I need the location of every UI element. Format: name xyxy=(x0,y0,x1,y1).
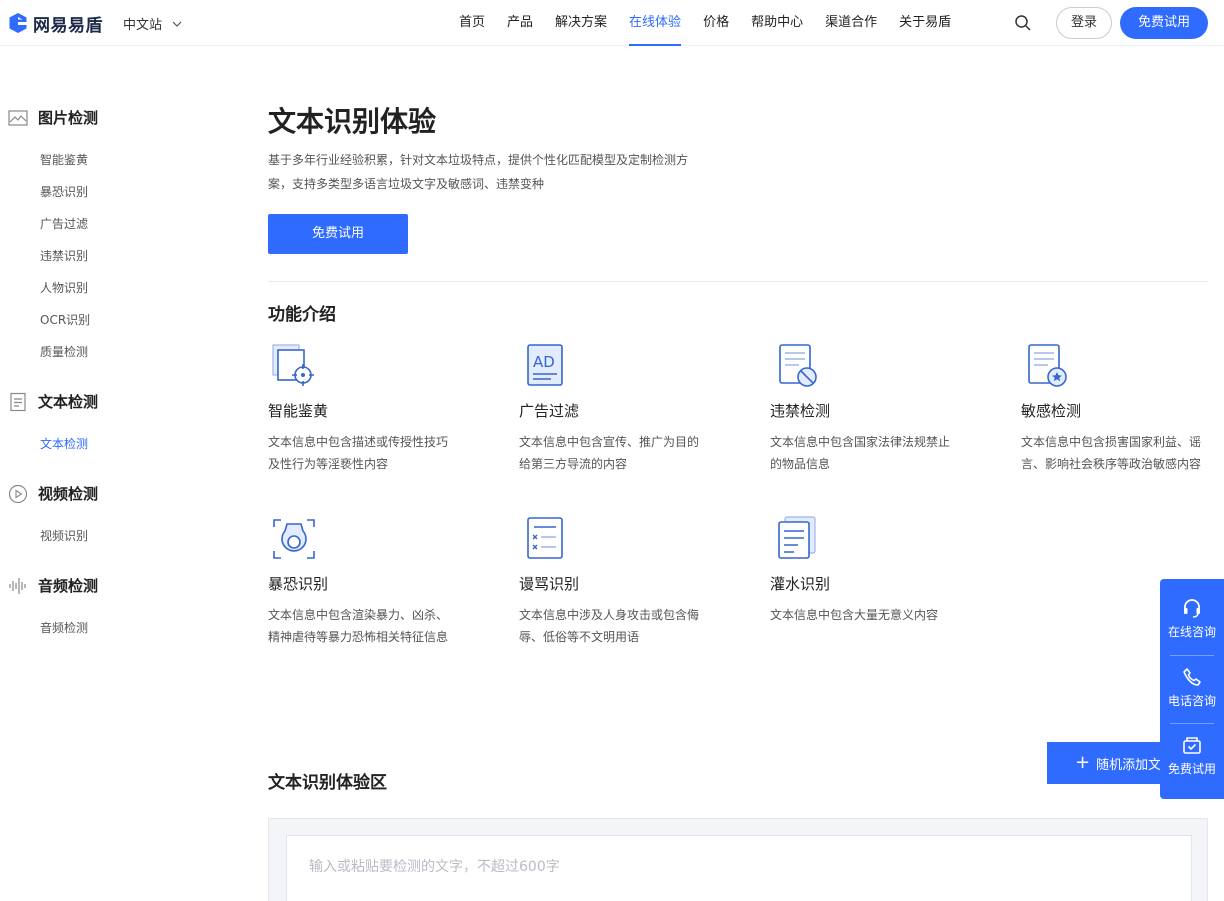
sidebar-item-audio-detect[interactable]: 音频检测 xyxy=(40,619,88,636)
sidebar-item-person[interactable]: 人物识别 xyxy=(40,279,88,296)
sidebar-category-image[interactable]: 图片检测 xyxy=(8,107,98,128)
headset-icon xyxy=(1184,599,1200,618)
nav-about[interactable]: 关于易盾 xyxy=(888,0,962,46)
page-title: 文本识别体验 xyxy=(268,105,437,138)
sidebar-item-porn-detect[interactable]: 智能鉴黄 xyxy=(40,151,88,168)
sidebar-item-prohibited[interactable]: 违禁识别 xyxy=(40,247,88,264)
phone-consult-button[interactable]: 电话咨询 xyxy=(1160,648,1224,716)
nav-home[interactable]: 首页 xyxy=(448,0,496,46)
porn-detect-icon xyxy=(272,344,314,386)
logo[interactable]: 网易易盾 xyxy=(8,11,103,36)
sidebar-category-label: 图片检测 xyxy=(38,109,99,127)
feature-name: 谩骂识别 xyxy=(519,575,580,593)
feature-name: 敏感检测 xyxy=(1021,402,1082,420)
plus-icon: + xyxy=(1075,752,1091,773)
main-nav: 首页 产品 解决方案 在线体验 价格 帮助中心 渠道合作 关于易盾 xyxy=(448,0,962,46)
sidebar-item-text-detect[interactable]: 文本检测 xyxy=(40,435,88,452)
prohibited-icon xyxy=(779,344,817,387)
svg-text:AD: AD xyxy=(533,353,555,371)
sidebar-category-label: 视频检测 xyxy=(38,485,99,503)
feature-name: 违禁检测 xyxy=(770,402,831,420)
abuse-icon xyxy=(527,517,563,559)
feature-description: 文本信息中包含国家法律法规禁止的物品信息 xyxy=(770,435,951,471)
feature-card: 违禁检测 文本信息中包含国家法律法规禁止的物品信息 xyxy=(770,342,970,475)
waveform-icon xyxy=(9,577,26,594)
nav-solutions[interactable]: 解决方案 xyxy=(544,0,618,46)
feature-description: 文本信息中包含渲染暴力、凶杀、精神虐待等暴力恐怖相关特征信息 xyxy=(268,608,449,644)
feature-description: 文本信息中包含描述或传授性技巧及性行为等淫亵性内容 xyxy=(268,435,449,471)
feature-description: 文本信息中包含宣传、推广为目的给第三方导流的内容 xyxy=(519,435,700,471)
chevron-down-icon xyxy=(172,21,182,27)
site-switch[interactable]: 中文站 xyxy=(123,14,182,33)
ad-filter-icon: AD xyxy=(527,344,563,386)
feature-card: 暴恐识别 文本信息中包含渲染暴力、凶杀、精神虐待等暴力恐怖相关特征信息 xyxy=(268,515,468,648)
top-header: 网易易盾 中文站 首页 产品 解决方案 在线体验 价格 帮助中心 渠道合作 关于… xyxy=(0,0,1224,46)
floating-contact-panel: 在线咨询 电话咨询 免费试用 xyxy=(1160,579,1224,799)
experience-area xyxy=(268,818,1208,901)
float-item-label: 免费试用 xyxy=(1167,762,1216,776)
float-item-label: 在线咨询 xyxy=(1167,625,1216,639)
image-icon xyxy=(8,109,28,126)
feature-card: 敏感检测 文本信息中包含损害国家利益、谣言、影响社会秩序等政治敏感内容 xyxy=(1021,342,1221,475)
divider xyxy=(268,281,1208,282)
float-item-label: 电话咨询 xyxy=(1167,694,1216,708)
document-icon xyxy=(10,392,26,411)
page-description: 基于多年行业经验积累，针对文本垃圾特点，提供个性化匹配模型及定制检测方案，支持多… xyxy=(268,153,689,191)
nav-help-center[interactable]: 帮助中心 xyxy=(740,0,814,46)
feature-description: 文本信息中包含损害国家利益、谣言、影响社会秩序等政治敏感内容 xyxy=(1021,435,1202,471)
feature-name: 广告过滤 xyxy=(519,402,580,420)
sidebar-category-label: 音频检测 xyxy=(38,577,99,595)
float-free-trial-button[interactable]: 免费试用 xyxy=(1160,716,1224,784)
experience-section-title: 文本识别体验区 xyxy=(268,773,387,793)
sidebar-item-video-detect[interactable]: 视频识别 xyxy=(40,527,88,544)
text-input[interactable] xyxy=(286,835,1192,901)
sidebar-category-text[interactable]: 文本检测 xyxy=(8,391,98,412)
gift-icon xyxy=(1183,737,1201,754)
sidebar-category-video[interactable]: 视频检测 xyxy=(8,483,98,504)
nav-channel-partner[interactable]: 渠道合作 xyxy=(814,0,888,46)
site-switch-label: 中文站 xyxy=(123,18,163,33)
feature-card: 谩骂识别 文本信息中涉及人身攻击或包含侮辱、低俗等不文明用语 xyxy=(519,515,719,648)
sidebar-item-ad-filter[interactable]: 广告过滤 xyxy=(40,215,88,232)
feature-section-title: 功能介绍 xyxy=(268,305,336,325)
sidebar-category-label: 文本检测 xyxy=(38,393,99,411)
feature-card: 灌水识别 文本信息中包含大量无意义内容 xyxy=(770,515,970,626)
phone-icon xyxy=(1183,668,1201,686)
nav-pricing[interactable]: 价格 xyxy=(692,0,740,46)
feature-card: 智能鉴黄 文本信息中包含描述或传授性技巧及性行为等淫亵性内容 xyxy=(268,342,468,475)
sidebar-item-terror-detect[interactable]: 暴恐识别 xyxy=(40,183,88,200)
feature-name: 灌水识别 xyxy=(770,575,831,593)
login-button[interactable]: 登录 xyxy=(1056,7,1112,39)
sensitive-icon xyxy=(1028,344,1067,387)
brand-name: 网易易盾 xyxy=(33,15,103,36)
sidebar-category-audio[interactable]: 音频检测 xyxy=(8,575,98,596)
feature-name: 暴恐识别 xyxy=(268,575,329,593)
feature-description: 文本信息中涉及人身攻击或包含侮辱、低俗等不文明用语 xyxy=(519,608,700,644)
sidebar-item-quality[interactable]: 质量检测 xyxy=(40,343,88,360)
play-icon xyxy=(8,484,28,503)
feature-name: 智能鉴黄 xyxy=(268,402,329,420)
spam-icon xyxy=(778,516,816,559)
online-consult-button[interactable]: 在线咨询 xyxy=(1160,579,1224,647)
nav-online-experience[interactable]: 在线体验 xyxy=(618,0,692,46)
feature-description: 文本信息中包含大量无意义内容 xyxy=(770,608,939,622)
feature-card: AD 广告过滤 文本信息中包含宣传、推广为目的给第三方导流的内容 xyxy=(519,342,719,475)
nav-products[interactable]: 产品 xyxy=(496,0,544,46)
terror-icon xyxy=(273,519,315,559)
search-icon[interactable] xyxy=(1014,14,1032,32)
header-free-trial-button[interactable]: 免费试用 xyxy=(1120,7,1208,39)
logo-mark-icon xyxy=(9,13,27,33)
sidebar-item-ocr[interactable]: OCR识别 xyxy=(40,311,90,328)
free-trial-button[interactable]: 免费试用 xyxy=(268,214,408,254)
